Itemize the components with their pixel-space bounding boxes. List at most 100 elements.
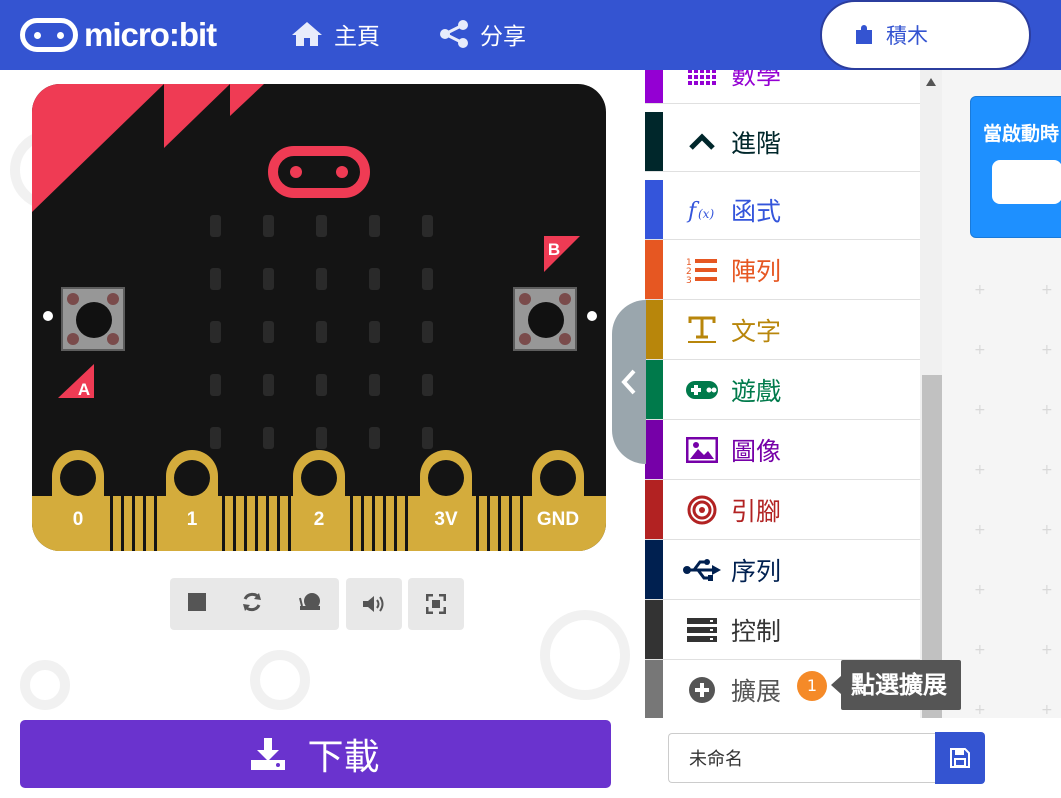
led-pixel [316, 427, 327, 449]
pin-label: 0 [72, 509, 84, 530]
logo-text: micro:bit [84, 16, 217, 53]
toolbox: 數學進階 f (x) 函式 1 2 3 陣列文字遊戲圖像引腳序列控制擴展 [645, 70, 920, 720]
toolbox-category-label: 擴展 [731, 676, 782, 706]
grid-plus: + [974, 642, 986, 658]
microbit-logo[interactable]: micro:bit [20, 16, 217, 54]
plus-circle-icon [677, 676, 727, 704]
led-pixel [422, 321, 433, 343]
share-button[interactable]: 分享 [438, 17, 526, 51]
led-pixel [263, 268, 274, 290]
toolbox-category-8[interactable]: 序列 [645, 540, 920, 600]
category-color-stripe [645, 300, 663, 359]
grid-plus: + [1041, 282, 1053, 298]
grid-plus: + [974, 342, 986, 358]
grid-plus: + [974, 522, 986, 538]
share-label: 分享 [480, 24, 526, 50]
toolbox-category-6[interactable]: 圖像 [645, 420, 920, 480]
led-pixel [263, 374, 274, 396]
on-start-label: 當啟動時 [983, 123, 1060, 145]
led-pixel [263, 427, 274, 449]
led-pixel [263, 215, 274, 237]
toolbox-category-1[interactable]: 進階 [645, 112, 920, 172]
category-color-stripe [645, 480, 663, 539]
pin-gnd[interactable] [532, 450, 584, 551]
collapse-simulator-button[interactable] [612, 300, 646, 464]
toolbox-category-label: 控制 [731, 616, 782, 646]
list-icon: 123 [677, 256, 727, 284]
pin-3v[interactable] [420, 450, 472, 551]
slow-mo-button[interactable] [298, 592, 322, 617]
button-a[interactable] [61, 287, 125, 351]
grid-plus: + [1041, 342, 1053, 358]
board-corner-decoration [32, 84, 264, 212]
toolbox-category-9[interactable]: 控制 [645, 600, 920, 660]
pin-1[interactable] [166, 450, 218, 551]
chevron-up-icon [677, 132, 727, 152]
puzzle-icon [856, 25, 872, 44]
toolbox-category-4[interactable]: 文字 [645, 300, 920, 360]
home-icon [292, 22, 322, 46]
led-pixel [422, 374, 433, 396]
image-icon [677, 436, 727, 463]
usb-icon [677, 558, 727, 582]
category-color-stripe [645, 70, 663, 103]
pin-label: 1 [186, 509, 198, 530]
toolbox-category-label: 文字 [731, 316, 782, 346]
top-header: micro:bit 主頁 分享 積木 [0, 0, 1061, 70]
led-pixel [210, 321, 221, 343]
toolbox-category-2[interactable]: f (x) 函式 [645, 180, 920, 240]
download-button[interactable]: 下載 [20, 720, 611, 788]
stop-button[interactable] [187, 592, 206, 616]
volume-icon [363, 596, 384, 612]
led-pixel [316, 215, 327, 237]
block-slot [992, 160, 1061, 204]
server-icon [677, 617, 727, 643]
category-color-stripe [645, 240, 663, 299]
fullscreen-button[interactable] [408, 578, 464, 630]
category-color-stripe [645, 600, 663, 659]
toolbox-category-label: 圖像 [731, 436, 782, 466]
grid-plus: + [1041, 642, 1053, 658]
blocks-tab[interactable]: 積木 [820, 0, 1031, 70]
header-strip [1031, 0, 1061, 70]
toolbox-category-0[interactable]: 數學 [645, 70, 920, 104]
ring-hole-right [587, 311, 597, 321]
edge-connector-line [394, 496, 397, 551]
pin-label: 2 [313, 509, 325, 530]
led-pixel [210, 374, 221, 396]
pin-2[interactable] [293, 450, 345, 551]
mute-button[interactable] [346, 578, 402, 630]
led-pixel [422, 427, 433, 449]
led-pixel [316, 321, 327, 343]
edge-connector-line [132, 496, 135, 551]
led-pixel [210, 427, 221, 449]
category-color-stripe [645, 360, 663, 419]
scroll-up-icon [926, 78, 936, 86]
edge-connector-line [143, 496, 146, 551]
save-button[interactable] [935, 732, 985, 784]
project-name-input[interactable] [668, 733, 936, 783]
category-color-stripe [645, 420, 663, 479]
toolbox-category-7[interactable]: 引腳 [645, 480, 920, 540]
toolbox-category-label: 序列 [731, 556, 782, 586]
text-icon [677, 315, 727, 345]
grid-plus: + [1041, 402, 1053, 418]
button-b[interactable] [513, 287, 577, 351]
grid-plus: + [1041, 462, 1053, 478]
toolbox-category-5[interactable]: 遊戲 [645, 360, 920, 420]
home-label: 主頁 [334, 24, 380, 50]
category-color-stripe [645, 180, 663, 239]
home-button[interactable]: 主頁 [290, 17, 380, 51]
toolbox-category-3[interactable]: 1 2 3 陣列 [645, 240, 920, 300]
restart-icon [242, 592, 261, 611]
edge-connector-line [233, 496, 236, 551]
restart-button[interactable] [241, 591, 263, 618]
grid-plus: + [974, 402, 986, 418]
toolbox-category-label: 進階 [731, 128, 782, 158]
microbit-board[interactable]: A B 0 1 2 3V GND [32, 84, 606, 551]
svg-text:3: 3 [686, 276, 692, 284]
edge-connector-line [498, 496, 501, 551]
background-decoration [20, 660, 70, 710]
svg-text:(x): (x) [698, 207, 714, 221]
pin-0[interactable] [52, 450, 104, 551]
